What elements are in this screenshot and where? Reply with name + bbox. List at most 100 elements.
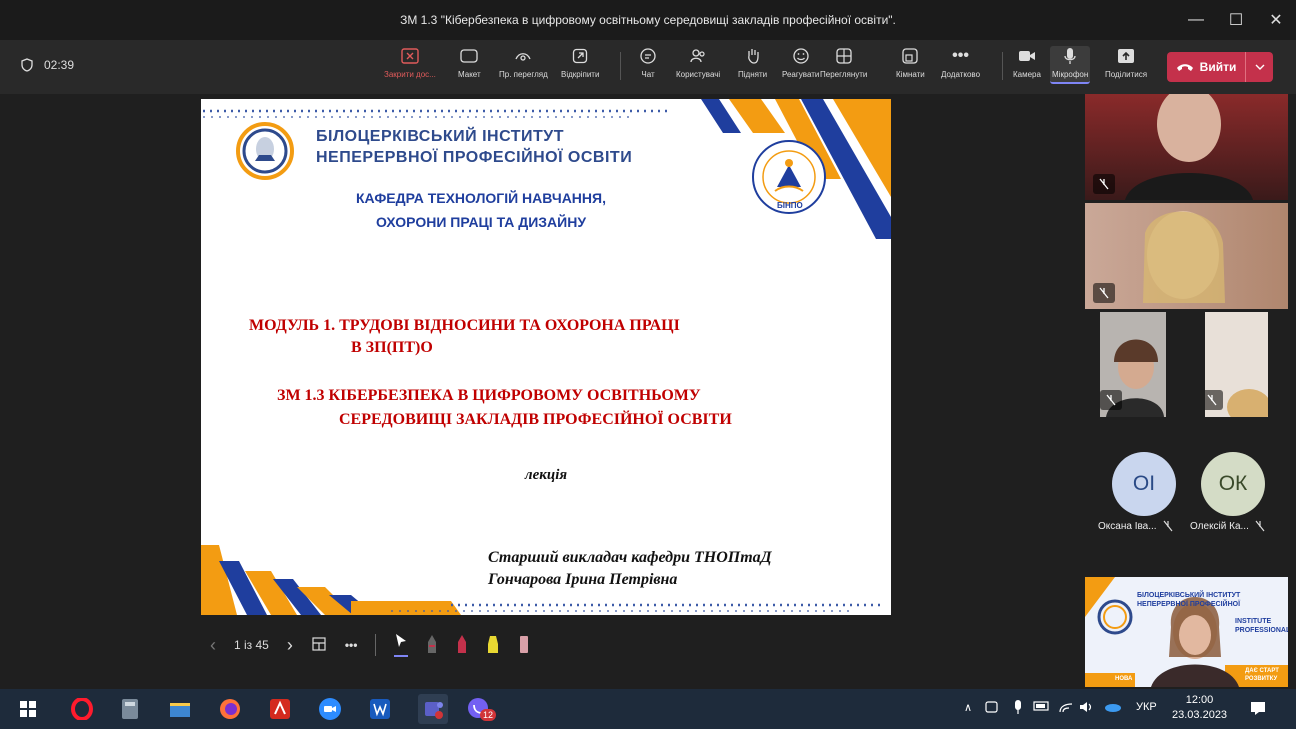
participant-video-1[interactable] (1085, 94, 1288, 200)
presenter-bg-line3: INSTITUTE (1235, 618, 1272, 625)
camera-icon (1017, 46, 1037, 66)
leave-button[interactable]: Вийти (1167, 52, 1273, 82)
pen-black-icon[interactable] (426, 634, 438, 657)
participant-1-silhouette (1125, 94, 1253, 200)
share-button[interactable]: Поділитися (1105, 46, 1147, 79)
tray-mic-icon[interactable] (1013, 699, 1023, 718)
muted-mic-icon (1163, 520, 1173, 532)
tray-onedrive-icon[interactable] (1103, 701, 1121, 716)
clock[interactable]: 12:00 23.03.2023 (1172, 693, 1227, 723)
view-button[interactable]: Переглянути (820, 46, 867, 79)
presenter-bg-line6: РОЗВИТКУ (1245, 676, 1278, 682)
eye-icon (513, 46, 533, 66)
pen-red-icon[interactable] (456, 634, 468, 657)
highlighter-icon[interactable] (486, 634, 500, 657)
layout-button[interactable]: Макет (458, 46, 481, 79)
more-label: Додатково (941, 70, 981, 79)
participant-1-name: Оксана Іва... (1098, 520, 1157, 532)
pop-out-icon (570, 46, 590, 66)
slide-bottom-decoration (201, 545, 881, 615)
participant-video-3[interactable] (1100, 312, 1166, 417)
meeting-timer: 02:39 (20, 58, 74, 72)
grid-view-icon[interactable] (311, 636, 327, 655)
notifications-icon[interactable] (1250, 700, 1266, 719)
rooms-label: Кімнати (896, 70, 925, 79)
prev-slide-button[interactable]: ‹ (210, 635, 216, 656)
chat-icon (638, 46, 658, 66)
language-indicator[interactable]: УКР (1136, 701, 1157, 713)
pointer-tool-icon[interactable] (394, 633, 409, 657)
maximize-button[interactable]: ☐ (1216, 0, 1256, 40)
department-line2: ОХОРОНИ ПРАЦІ ТА ДИЗАЙНУ (375, 214, 587, 230)
toolbar-divider (1002, 52, 1003, 80)
timer-text: 02:39 (44, 58, 75, 72)
window-title: ЗМ 1.3 "Кібербезпека в цифровому освітнь… (400, 13, 896, 27)
participant-video-2[interactable] (1085, 203, 1288, 309)
share-label: Поділитися (1105, 70, 1148, 79)
view-label: Переглянути (820, 70, 868, 79)
presenter-video[interactable]: БІЛОЦЕРКІВСЬКИЙ ІНСТИТУТ НЕПЕРЕРВНОЇ ПРО… (1085, 577, 1288, 687)
acrobat-icon[interactable] (268, 697, 292, 721)
chat-button[interactable]: Чат (638, 46, 658, 79)
people-button[interactable]: Користувачі (676, 46, 720, 79)
topic-title-line1: ЗМ 1.3 КІБЕРБЕЗПЕКА В ЦИФРОВОМУ ОСВІТНЬО… (277, 387, 701, 404)
more-button[interactable]: ••• Додатково (941, 46, 980, 79)
chevron-down-icon (1255, 64, 1264, 70)
opera-icon[interactable] (70, 697, 94, 721)
close-window-button[interactable]: ✕ (1256, 0, 1296, 40)
raise-hand-label: Підняти (738, 70, 768, 79)
toolbar-divider (620, 52, 621, 80)
next-slide-button[interactable]: › (287, 635, 293, 656)
rooms-button[interactable]: Кімнати (896, 46, 925, 79)
mic-button[interactable]: Мікрофон (1050, 46, 1091, 84)
tray-battery-icon[interactable] (1033, 700, 1051, 715)
leave-options-button[interactable] (1245, 52, 1273, 82)
participant-2-name: Олексій Ка... (1190, 520, 1249, 532)
word-icon[interactable] (368, 697, 392, 721)
windows-taskbar: 12 ∧ УКР 12:00 23.03.2023 (0, 689, 1296, 729)
teams-icon[interactable] (418, 694, 448, 724)
shared-slide: БІЛОЦЕРКІВСЬКИЙ ІНСТИТУТ НЕПЕРЕРВНОЇ ПРО… (201, 99, 891, 615)
presenter-bg-text: БІЛОЦЕРКІВСЬКИЙ ІНСТИТУТ НЕПЕРЕРВНОЇ ПРО… (1137, 591, 1240, 609)
tray-teams-icon[interactable] (985, 700, 999, 717)
avatar-participant-1[interactable]: ОІ (1112, 452, 1176, 516)
avatar-2-initials: ОК (1218, 472, 1248, 495)
tray-wifi-icon[interactable] (1058, 700, 1074, 717)
react-button[interactable]: Реагувати (782, 46, 819, 79)
viber-icon[interactable]: 12 (466, 697, 497, 721)
minimize-button[interactable]: — (1176, 0, 1216, 40)
tray-chevron-icon[interactable]: ∧ (964, 701, 972, 714)
react-label: Реагувати (782, 70, 820, 79)
mic-label: Мікрофон (1052, 70, 1089, 79)
page-indicator: 1 із 45 (234, 638, 269, 652)
windows-start-icon[interactable] (16, 697, 40, 721)
presenter-bg-slogan: ДАЄ СТАРТ РОЗВИТКУ (1245, 667, 1279, 683)
muted-mic-icon (1100, 390, 1122, 410)
presenter-bg-line5: ДАЄ СТАРТ (1245, 668, 1279, 674)
institute-line1: БІЛОЦЕРКІВСЬКИЙ ІНСТИТУТ (316, 128, 564, 145)
participant-video-4[interactable] (1205, 312, 1268, 417)
stop-sharing-button[interactable]: Закрити дос... (384, 46, 436, 79)
tray-volume-icon[interactable] (1079, 700, 1095, 717)
microphone-icon (1060, 46, 1080, 66)
topic-title-line2: СЕРЕДОВИЩІ ЗАКЛАДІВ ПРОФЕСІЙНОЇ ОСВІТИ (339, 411, 732, 428)
camera-button[interactable]: Камера (1013, 46, 1041, 79)
calculator-icon[interactable] (118, 697, 142, 721)
stop-sharing-label: Закрити дос... (384, 70, 436, 79)
presenter-view-button[interactable]: Пр. перегляд (499, 46, 548, 79)
file-explorer-icon[interactable] (168, 697, 192, 721)
department-name: КАФЕДРА ТЕХНОЛОГІЙ НАВЧАННЯ, ОХОРОНИ ПРА… (321, 186, 641, 234)
eraser-icon[interactable] (518, 634, 530, 657)
more-options-icon[interactable]: ••• (345, 638, 358, 652)
firefox-icon[interactable] (218, 697, 242, 721)
presenter-bg-line4: PROFESSIONAL (1235, 627, 1288, 634)
slide-controls: ‹ 1 із 45 › ••• (210, 630, 548, 660)
muted-mic-icon (1093, 174, 1115, 194)
institute-logo-icon (236, 122, 294, 180)
presenter-bg-text-en: INSTITUTE PROFESSIONAL (1235, 617, 1288, 635)
pop-out-button[interactable]: Відкріпити (561, 46, 599, 79)
layout-label: Макет (458, 70, 481, 79)
zoom-icon[interactable] (318, 697, 342, 721)
raise-hand-button[interactable]: Підняти (738, 46, 767, 79)
avatar-participant-2[interactable]: ОК (1201, 452, 1265, 516)
